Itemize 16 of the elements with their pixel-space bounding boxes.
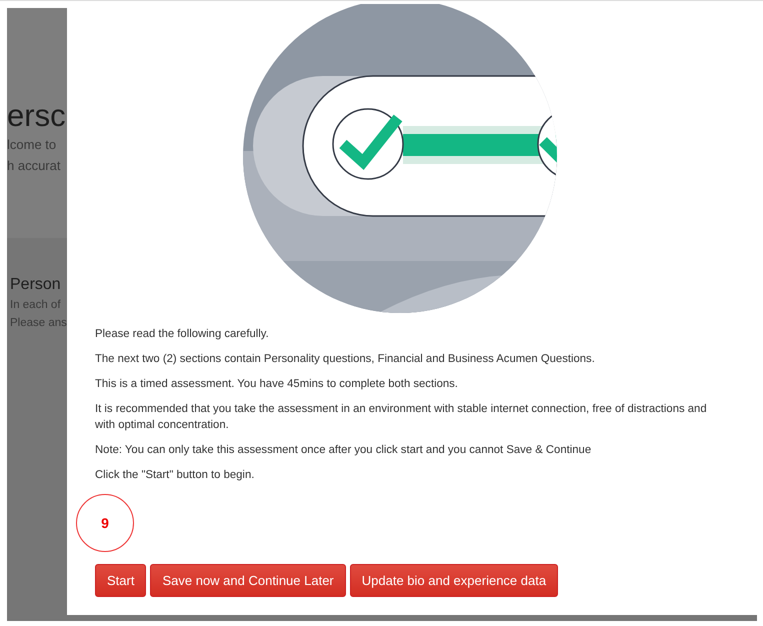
- section-text: In each of: [10, 298, 62, 313]
- instruction-text: Note: You can only take this assessment once after you click start and you cannot Save & Continue: [95, 443, 592, 458]
- page-title: ersc: [7, 98, 67, 134]
- instruction-text: Click the "Start" button to begin.: [95, 468, 256, 483]
- intro-text: h accurat: [7, 157, 62, 175]
- instruction-text: Please read the following carefully.: [95, 327, 270, 342]
- instruction-text: It is recommended that you take the assessment in an environment with stable internet connection, free of distractions and with optimal concentration.: [95, 402, 708, 433]
- update-bio-button[interactable]: Update bio and experience data: [350, 564, 558, 597]
- intro-text: lcome to: [7, 136, 58, 154]
- save-later-button[interactable]: Save now and Continue Later: [150, 564, 346, 597]
- section-title: Person: [10, 275, 62, 295]
- section-text: Please ans: [10, 316, 67, 331]
- instruction-text: The next two (2) sections contain Personality questions, Financial and Business Acumen Questions.: [95, 352, 596, 367]
- annotation-marker: 9: [76, 494, 134, 552]
- instruction-text: This is a timed assessment. You have 45mins to complete both sections.: [95, 377, 459, 392]
- start-button[interactable]: Start: [95, 564, 146, 597]
